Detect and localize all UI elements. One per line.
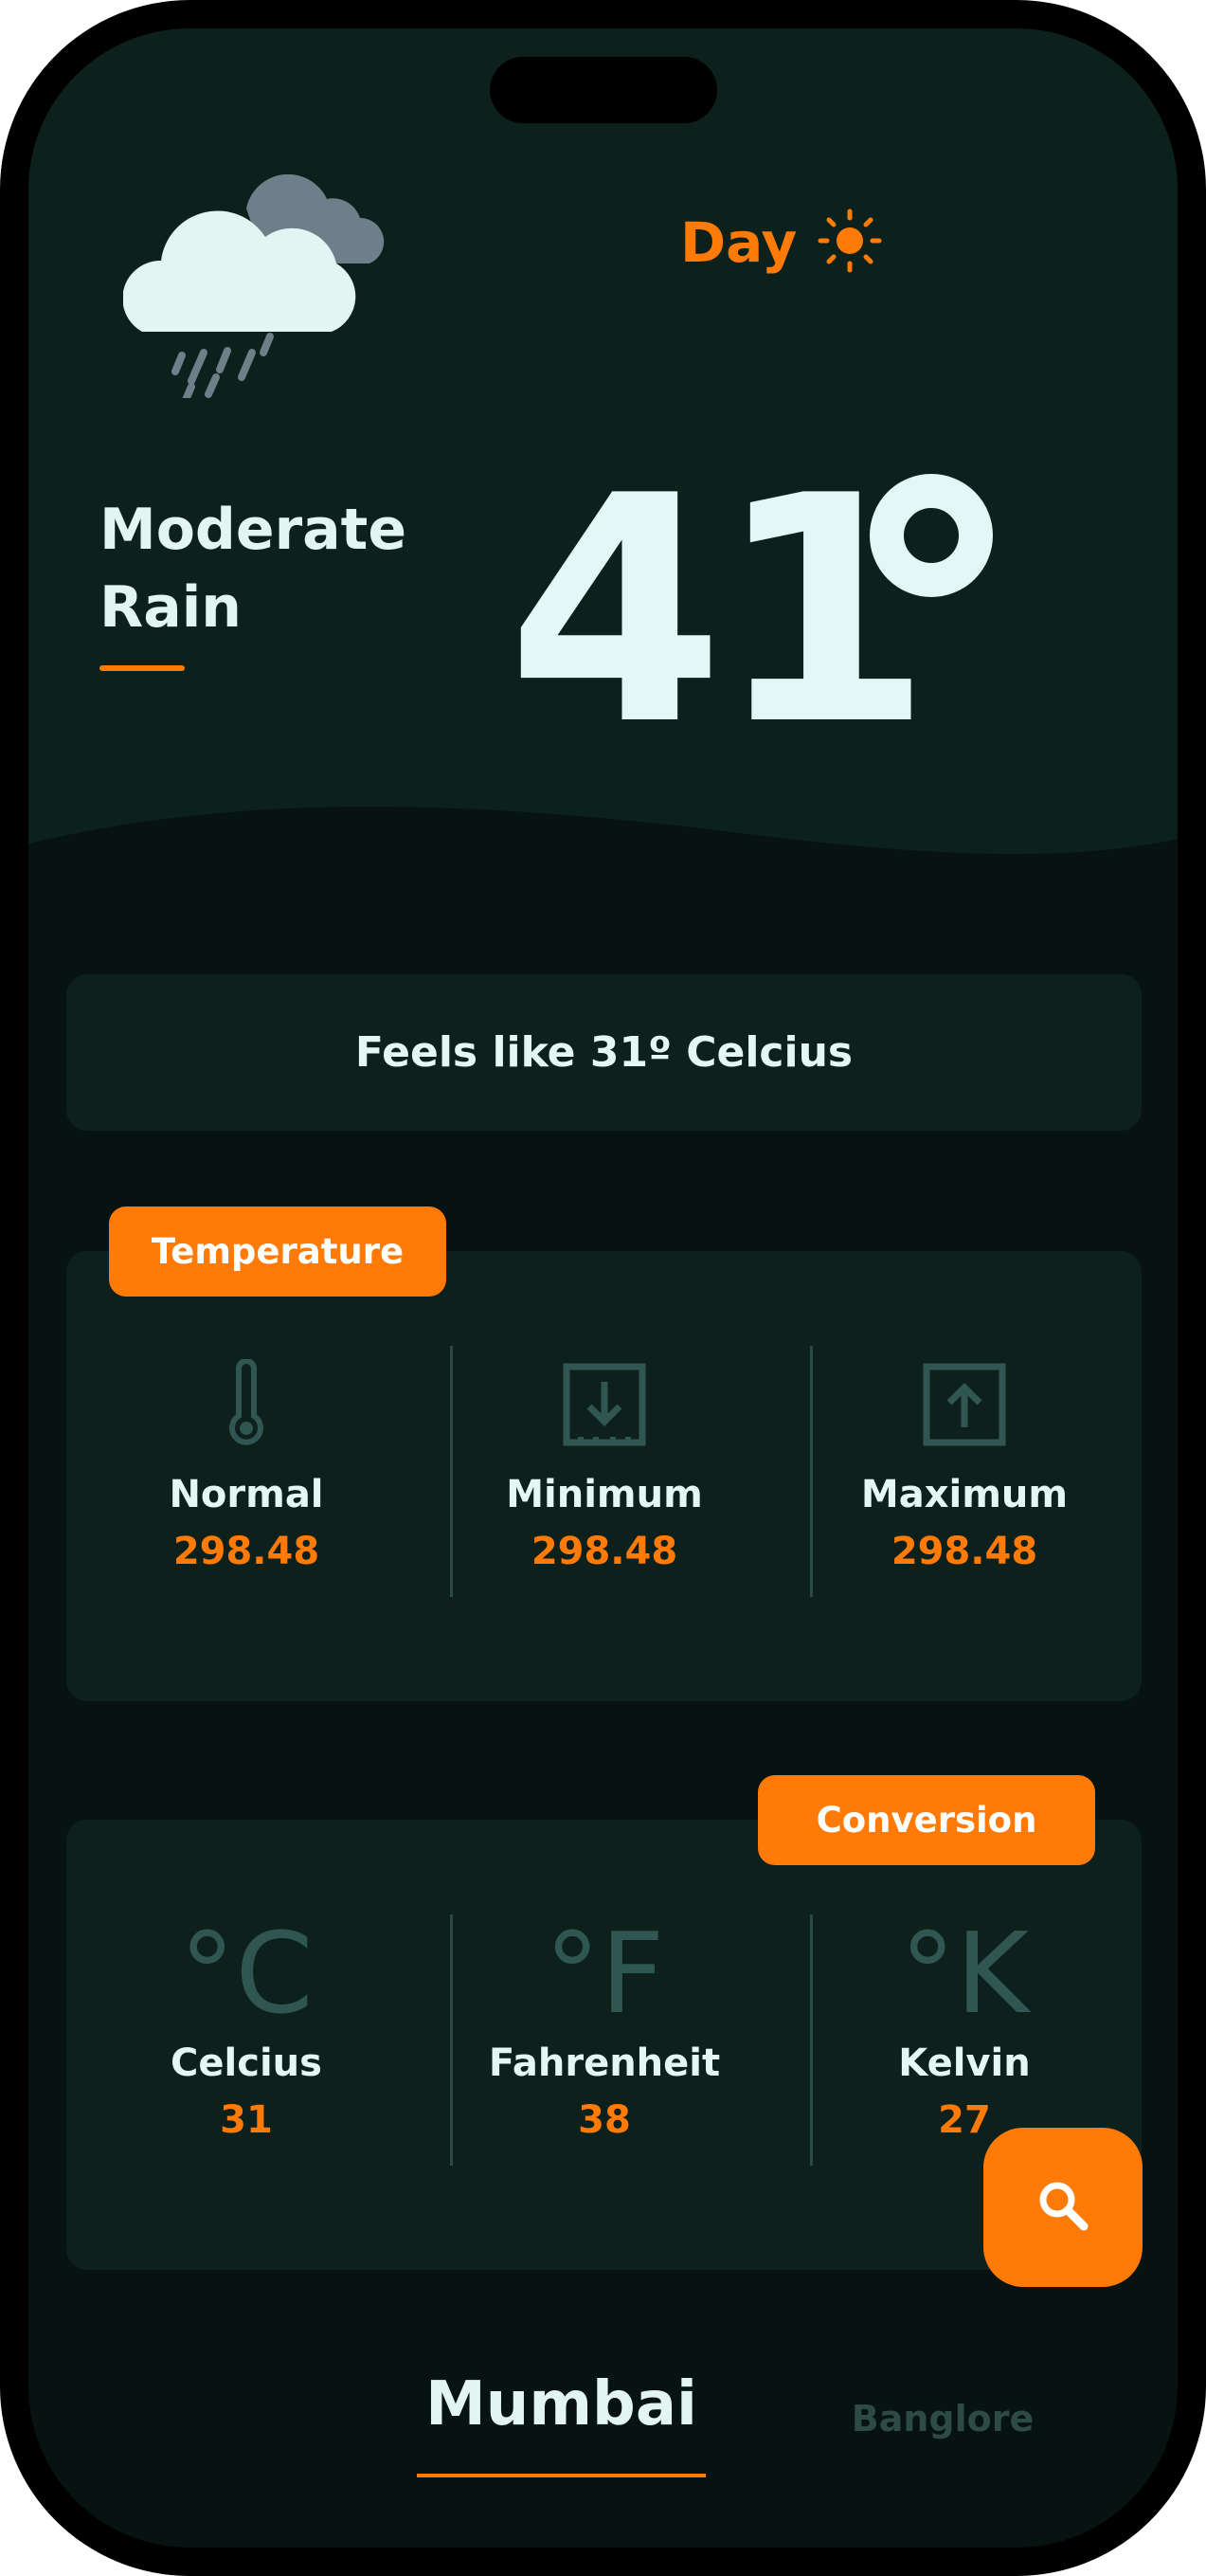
arrow-up-box-icon — [919, 1357, 1010, 1452]
stat-minimum: Minimum 298.48 — [424, 1251, 784, 1701]
conversion-celcius: °C Celcius 31 — [66, 1820, 426, 2270]
search-button[interactable] — [983, 2128, 1143, 2287]
phone-frame: Day Moderate Rain 41 Feels like 31º Celc… — [0, 0, 1206, 2576]
day-label: Day — [680, 210, 798, 275]
celsius-icon: °C — [179, 1908, 314, 2039]
thermometer-icon — [223, 1357, 270, 1452]
stat-value: 298.48 — [891, 1530, 1038, 1573]
stat-value: 31 — [220, 2098, 273, 2142]
camera-notch — [490, 57, 717, 123]
weather-condition: Moderate Rain — [99, 497, 407, 641]
app-screen: Day Moderate Rain 41 Feels like 31º Celc… — [28, 28, 1178, 2548]
city-tabs: Mumbai Banglore — [28, 2369, 1178, 2483]
stat-label: Normal — [169, 1473, 324, 1516]
stat-value: 298.48 — [172, 1530, 320, 1573]
temperature-card: Normal 298.48 Minimum 298.48 Maximum 298… — [66, 1251, 1142, 1701]
stat-value: 38 — [578, 2098, 631, 2142]
temperature-tag: Temperature — [109, 1206, 446, 1297]
arrow-down-box-icon — [559, 1357, 650, 1452]
stat-value: 27 — [938, 2098, 991, 2142]
condition-underline — [99, 665, 185, 671]
feels-like-card: Feels like 31º Celcius — [66, 974, 1142, 1131]
sun-icon — [818, 209, 882, 277]
stat-label: Minimum — [506, 1473, 703, 1516]
stat-label: Celcius — [171, 2041, 322, 2085]
stat-label: Fahrenheit — [488, 2041, 721, 2085]
city-tab-mumbai[interactable]: Mumbai — [417, 2369, 706, 2440]
stat-maximum: Maximum 298.48 — [784, 1251, 1144, 1701]
day-indicator: Day — [680, 209, 882, 277]
kelvin-icon: °K — [899, 1908, 1030, 2039]
stat-label: Kelvin — [898, 2041, 1031, 2085]
conversion-tag: Conversion — [758, 1775, 1095, 1865]
hero-wave — [28, 807, 1178, 938]
cloud-rain-icon — [122, 133, 398, 404]
fahrenheit-icon: °F — [544, 1908, 665, 2039]
city-tab-banglore[interactable]: Banglore — [843, 2398, 1042, 2440]
feels-like-text: Feels like 31º Celcius — [354, 1028, 854, 1077]
conversion-card: °C Celcius 31 °F Fahrenheit 38 °K Kelvin… — [66, 1820, 1142, 2270]
stat-label: Maximum — [860, 1473, 1069, 1516]
current-temperature: 41 — [507, 429, 932, 793]
degree-symbol — [870, 474, 993, 597]
stat-normal: Normal 298.48 — [66, 1251, 426, 1701]
stat-value: 298.48 — [531, 1530, 678, 1573]
active-city-underline — [417, 2474, 706, 2477]
conversion-fahrenheit: °F Fahrenheit 38 — [424, 1820, 784, 2270]
search-icon — [1035, 2177, 1091, 2238]
